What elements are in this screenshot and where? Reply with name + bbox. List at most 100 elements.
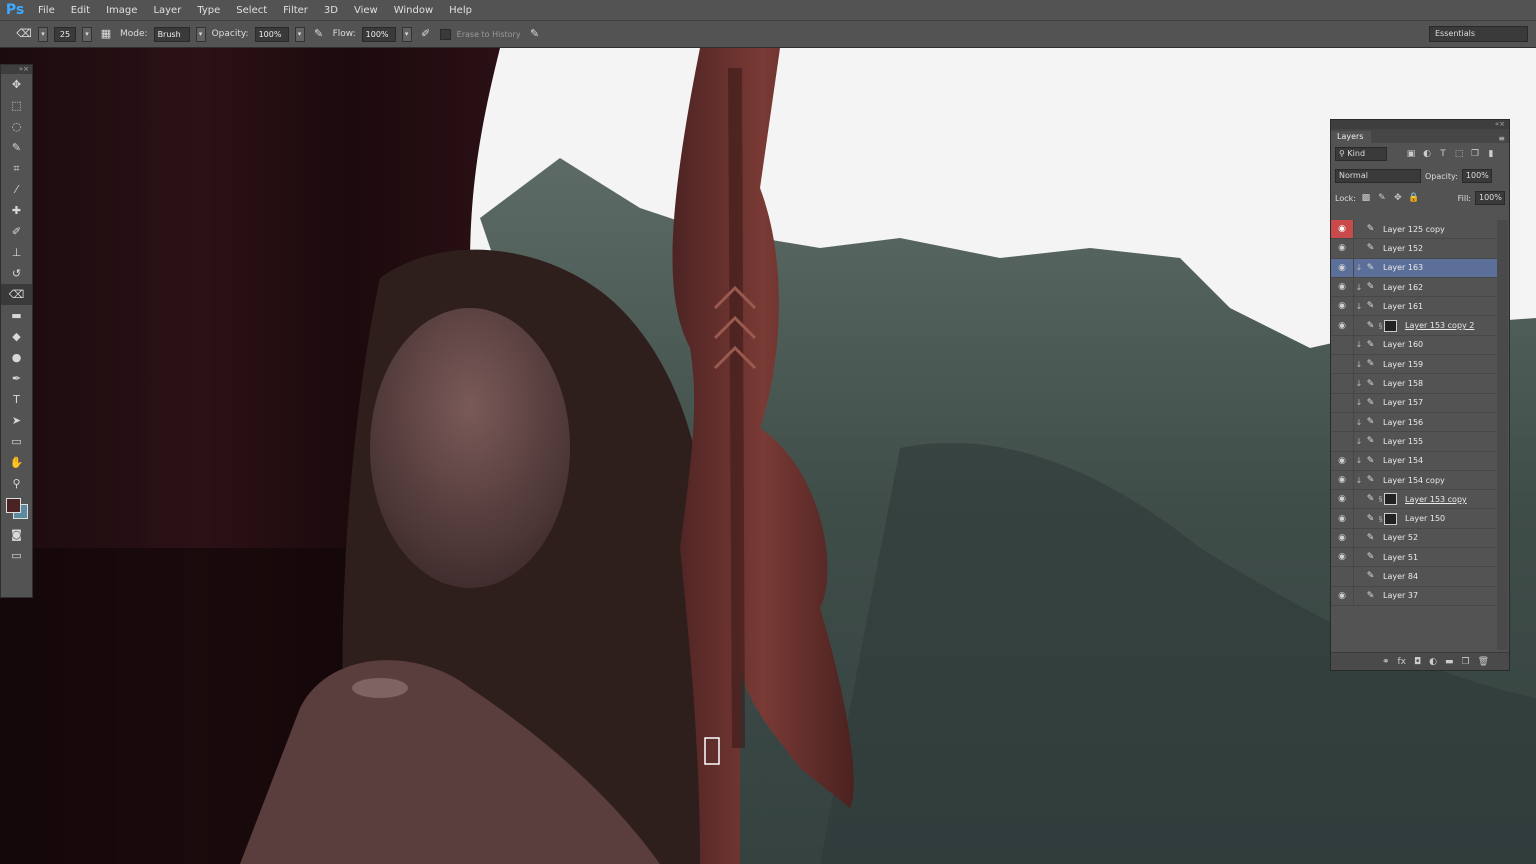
delete-layer-icon[interactable]: 🗑 (1478, 657, 1489, 667)
menu-filter[interactable]: Filter (275, 5, 316, 16)
filter-pixel-icon[interactable]: ▣ (1405, 149, 1417, 159)
tools-panel-header[interactable]: »× (1, 65, 32, 74)
layer-row[interactable]: ◉ ↓ ✎ Layer 154 (1331, 451, 1497, 471)
layer-row[interactable]: ◉ ✎ Layer 125 copy (1331, 220, 1497, 240)
dodge-tool-icon[interactable]: ● (1, 347, 32, 368)
zoom-tool-icon[interactable]: ⚲ (1, 473, 32, 494)
layer-row[interactable]: ↓ ✎ Layer 160 (1331, 335, 1497, 356)
blur-tool-icon[interactable]: ◆ (1, 326, 32, 347)
screen-mode-icon[interactable]: ▭ (1, 545, 32, 566)
link-icon[interactable]: § (1377, 495, 1384, 503)
link-layers-icon[interactable]: ⚭ (1382, 657, 1390, 667)
menu-help[interactable]: Help (441, 5, 480, 16)
lasso-tool-icon[interactable]: ◌ (1, 116, 32, 137)
document-canvas[interactable] (0, 48, 1536, 864)
flow-field[interactable]: 100% (361, 26, 396, 42)
menu-image[interactable]: Image (98, 5, 145, 16)
hand-tool-icon[interactable]: ✋ (1, 452, 32, 473)
visibility-toggle[interactable]: ◉ (1331, 451, 1354, 470)
filter-smart-object-icon[interactable]: ❐ (1469, 149, 1481, 159)
layer-opacity-field[interactable]: 100% (1461, 169, 1492, 183)
menu-file[interactable]: File (30, 5, 63, 16)
link-icon[interactable]: § (1377, 322, 1384, 330)
menu-layer[interactable]: Layer (145, 5, 189, 16)
crop-tool-icon[interactable]: ⌗ (1, 158, 32, 179)
layer-row[interactable]: ↓ ✎ Layer 159 (1331, 355, 1497, 375)
visibility-toggle[interactable]: ◉ (1331, 239, 1354, 258)
layer-row[interactable]: ◉ ✎ § Layer 153 copy (1331, 490, 1497, 510)
brush-picker-dropdown[interactable]: ▾ (82, 26, 92, 42)
brush-tool-icon[interactable]: ✐ (1, 221, 32, 242)
flow-dropdown[interactable]: ▾ (401, 26, 412, 42)
blend-mode-select[interactable]: Normal (1335, 169, 1421, 183)
layer-row[interactable]: ↓ ✎ Layer 155 (1331, 432, 1497, 452)
menu-window[interactable]: Window (386, 5, 441, 16)
visibility-toggle[interactable]: ◉ (1331, 258, 1354, 277)
new-group-icon[interactable]: ▬ (1445, 657, 1454, 667)
adjustment-layer-icon[interactable]: ◐ (1429, 657, 1437, 667)
visibility-toggle[interactable]: ◉ (1331, 316, 1354, 335)
layer-row[interactable]: ◉ ↓ ✎ Layer 154 copy (1331, 470, 1497, 491)
visibility-toggle[interactable]: ◉ (1331, 277, 1354, 297)
layer-row[interactable]: ◉ ↓ ✎ Layer 163 (1331, 258, 1497, 278)
healing-tool-icon[interactable]: ✚ (1, 200, 32, 221)
layer-row[interactable]: ◉ ✎ Layer 37 (1331, 586, 1497, 606)
visibility-toggle[interactable]: ◉ (1331, 490, 1354, 509)
filter-kind-select[interactable]: ⚲ Kind (1335, 147, 1387, 161)
visibility-toggle[interactable]: ◉ (1331, 220, 1354, 239)
add-mask-icon[interactable]: ◘ (1414, 657, 1421, 667)
layers-panel-header[interactable]: «× (1331, 120, 1509, 129)
marquee-tool-icon[interactable]: ⬚ (1, 95, 32, 116)
eraser-tool-icon[interactable]: ⌫ (1, 284, 32, 305)
visibility-toggle[interactable] (1331, 432, 1354, 451)
visibility-toggle[interactable]: ◉ (1331, 509, 1354, 528)
visibility-toggle[interactable] (1331, 374, 1354, 393)
foreground-color-swatch[interactable] (6, 498, 21, 513)
stamp-tool-icon[interactable]: ⊥ (1, 242, 32, 263)
layer-mask-thumbnail[interactable] (1384, 493, 1397, 506)
visibility-toggle[interactable]: ◉ (1331, 470, 1354, 490)
visibility-toggle[interactable] (1331, 412, 1354, 432)
layer-row[interactable]: ↓ ✎ Layer 158 (1331, 374, 1497, 394)
pressure-size-icon[interactable]: ✎ (527, 26, 543, 42)
opacity-field[interactable]: 100% (254, 26, 289, 42)
pen-tool-icon[interactable]: ✒ (1, 368, 32, 389)
move-tool-icon[interactable]: ✥ (1, 74, 32, 95)
layer-row[interactable]: ◉ ✎ § Layer 153 copy 2 (1331, 316, 1497, 336)
mode-select[interactable]: Brush (153, 26, 190, 42)
lock-all-icon[interactable]: 🔒 (1408, 193, 1420, 203)
gradient-tool-icon[interactable]: ▬ (1, 305, 32, 326)
lock-pixels-icon[interactable]: ✎ (1376, 193, 1388, 203)
lock-position-icon[interactable]: ✥ (1392, 193, 1404, 203)
workspace-switcher[interactable]: Essentials (1429, 26, 1528, 42)
tool-preset-dropdown[interactable]: ▾ (38, 26, 48, 42)
menu-3d[interactable]: 3D (316, 5, 346, 16)
visibility-toggle[interactable]: ◉ (1331, 528, 1354, 548)
airbrush-icon[interactable]: ✐ (418, 26, 434, 42)
history-brush-tool-icon[interactable]: ↺ (1, 263, 32, 284)
brush-size-field[interactable]: 25 (54, 26, 76, 42)
layer-row[interactable]: ↓ ✎ Layer 156 (1331, 412, 1497, 433)
path-select-tool-icon[interactable]: ➤ (1, 410, 32, 431)
menu-edit[interactable]: Edit (63, 5, 98, 16)
layer-row[interactable]: ◉ ✎ Layer 152 (1331, 239, 1497, 259)
filter-adjustment-icon[interactable]: ◐ (1421, 149, 1433, 159)
fill-field[interactable]: 100% (1475, 191, 1505, 205)
eraser-tool-icon[interactable]: ⌫ (16, 26, 32, 42)
erase-to-history-checkbox[interactable] (439, 28, 451, 40)
layer-row[interactable]: ✎ Layer 84 (1331, 567, 1497, 587)
visibility-toggle[interactable] (1331, 567, 1354, 586)
new-layer-icon[interactable]: ❐ (1461, 657, 1469, 667)
opacity-dropdown[interactable]: ▾ (294, 26, 305, 42)
menu-type[interactable]: Type (189, 5, 228, 16)
layer-mask-thumbnail[interactable] (1384, 512, 1397, 525)
menu-view[interactable]: View (346, 5, 386, 16)
brush-panel-icon[interactable]: ▦ (98, 26, 114, 42)
lock-transparent-icon[interactable]: ▩ (1360, 193, 1372, 203)
quick-select-tool-icon[interactable]: ✎ (1, 137, 32, 158)
filter-toggle-icon[interactable]: ▮ (1485, 149, 1497, 159)
layer-style-icon[interactable]: fx (1397, 657, 1406, 667)
mode-dropdown[interactable]: ▾ (195, 26, 206, 42)
eyedropper-tool-icon[interactable]: ⁄ (1, 179, 32, 200)
layers-scrollbar[interactable] (1497, 220, 1508, 650)
